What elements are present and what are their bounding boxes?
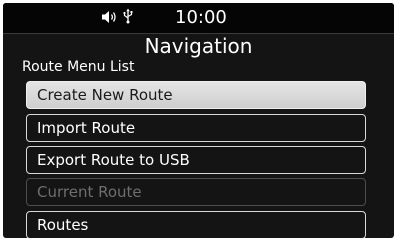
import-route-button[interactable]: Import Route bbox=[26, 114, 366, 142]
status-bar: 10:00 bbox=[3, 3, 394, 33]
menu-item-label: Current Route bbox=[37, 183, 142, 201]
create-new-route-button[interactable]: Create New Route bbox=[26, 81, 366, 109]
export-route-to-usb-button[interactable]: Export Route to USB bbox=[26, 146, 366, 174]
menu-item-label: Import Route bbox=[37, 119, 136, 137]
screen-title: Navigation bbox=[144, 34, 253, 58]
clock: 10:00 bbox=[175, 7, 227, 28]
speaker-volume-icon bbox=[101, 9, 119, 28]
usb-icon bbox=[122, 8, 136, 28]
menu-item-label: Routes bbox=[37, 216, 89, 234]
menu-item-label: Export Route to USB bbox=[37, 151, 190, 169]
current-route-button: Current Route bbox=[26, 178, 366, 206]
menu-item-label: Create New Route bbox=[37, 86, 173, 104]
navigation-screen: 10:00 Navigation Route Menu List Create … bbox=[3, 3, 394, 238]
routes-button[interactable]: Routes bbox=[26, 211, 366, 238]
route-menu-list-label: Route Menu List bbox=[22, 59, 135, 75]
status-icons bbox=[101, 8, 136, 28]
